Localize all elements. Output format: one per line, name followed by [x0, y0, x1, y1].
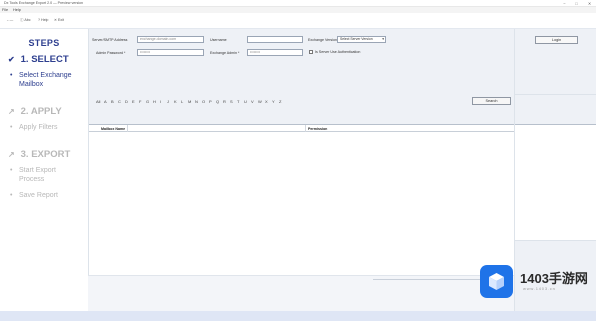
- filter-letter[interactable]: F: [139, 99, 141, 104]
- step-select-sub-line-2: Mailbox: [19, 80, 44, 88]
- filter-letter[interactable]: I: [160, 99, 161, 104]
- mailbox-table: Mailbox Name Permission: [89, 124, 515, 275]
- exchange-version-value: Select Server Version: [340, 37, 373, 41]
- step-export-sub-line-2: Process: [19, 175, 45, 183]
- step-export-sub-start[interactable]: Start Export Process: [10, 167, 56, 184]
- filter-letter[interactable]: L: [181, 99, 183, 104]
- watermark-logo-icon: [480, 265, 513, 298]
- step-apply-sub-line-1: Apply Filters: [19, 124, 58, 131]
- bottom-strip: [88, 275, 514, 311]
- step-export-sub-line-3: Save Report: [19, 192, 58, 199]
- help-button[interactable]: ? Help: [38, 18, 48, 22]
- status-bar: [0, 311, 596, 321]
- column-mailbox-name[interactable]: Mailbox Name: [101, 127, 125, 131]
- table-header: Mailbox Name Permission: [89, 125, 515, 132]
- column-divider: [127, 125, 128, 132]
- minimize-icon[interactable]: −: [560, 0, 569, 7]
- checkmark-icon: ✔: [8, 55, 15, 64]
- arrow-icon: ↗: [8, 107, 15, 116]
- filter-letter[interactable]: Y: [272, 99, 275, 104]
- exchange-version-label: Exchange Version: [308, 38, 337, 42]
- login-button[interactable]: Login: [535, 36, 578, 44]
- filter-letter[interactable]: V: [251, 99, 254, 104]
- filter-letter[interactable]: W: [258, 99, 262, 104]
- server-label: Server/SMTP Address: [92, 38, 128, 42]
- filter-letter[interactable]: M: [188, 99, 191, 104]
- step-apply-label: 2. APPLY: [20, 106, 62, 117]
- column-permission[interactable]: Permission: [308, 127, 327, 131]
- filter-letter[interactable]: G: [146, 99, 149, 104]
- step-select-sub-line-1: Select Exchange: [19, 72, 72, 79]
- filter-letter[interactable]: E: [132, 99, 135, 104]
- username-label: Username: [210, 38, 227, 42]
- window-title: Dx Tools Exchange Export 2.0 — Preview v…: [4, 1, 84, 5]
- step-export-sub-line-1: Start Export: [19, 167, 56, 174]
- right-top-area: Login: [515, 29, 596, 94]
- admin-password-input[interactable]: ••••••••: [137, 49, 204, 56]
- watermark-brand: 1403手游网: [520, 271, 588, 286]
- menu-help[interactable]: Help: [13, 8, 21, 12]
- admin-password-label: Admin Password *: [96, 51, 126, 55]
- main-panel: Server/SMTP Address exchange.domain.com …: [88, 29, 515, 275]
- step-select-label: 1. SELECT: [20, 54, 69, 65]
- filter-letter[interactable]: J: [167, 99, 169, 104]
- steps-title: STEPS: [28, 38, 60, 48]
- filter-letter[interactable]: U: [244, 99, 247, 104]
- chevron-down-icon: ▾: [382, 37, 384, 41]
- filter-letter[interactable]: B: [111, 99, 114, 104]
- divider: [515, 124, 596, 125]
- step-select[interactable]: ✔ 1. SELECT: [8, 54, 69, 65]
- filter-letter[interactable]: H: [153, 99, 156, 104]
- filter-letter[interactable]: Z: [279, 99, 281, 104]
- menu-file[interactable]: File: [2, 8, 8, 12]
- filter-letter[interactable]: Q: [216, 99, 219, 104]
- step-apply[interactable]: ↗ 2. APPLY: [8, 106, 62, 117]
- filter-letter[interactable]: D: [125, 99, 128, 104]
- step-select-sub[interactable]: Select Exchange Mailbox: [10, 72, 72, 89]
- right-filter-area: [515, 94, 596, 124]
- filter-letter[interactable]: R: [223, 99, 226, 104]
- filter-letter[interactable]: S: [230, 99, 233, 104]
- search-button[interactable]: Search: [472, 97, 511, 105]
- steps-sidebar: STEPS ✔ 1. SELECT Select Exchange Mailbo…: [0, 29, 88, 321]
- back-arrow-icon[interactable]: ←—: [6, 18, 13, 22]
- exit-button[interactable]: ✕ Exit: [54, 18, 64, 22]
- info-button[interactable]: ⓘ Abc: [20, 18, 31, 23]
- close-icon[interactable]: ✕: [585, 0, 594, 7]
- server-input[interactable]: exchange.domain.com: [137, 36, 204, 43]
- step-export[interactable]: ↗ 3. EXPORT: [8, 149, 70, 160]
- filter-letter[interactable]: P: [209, 99, 212, 104]
- title-bar: Dx Tools Exchange Export 2.0 — Preview v…: [0, 0, 596, 7]
- auth-checkbox-label: Is Server Use Authentication: [315, 50, 361, 54]
- toolbar: ←— ⓘ Abc ? Help ✕ Exit: [0, 13, 596, 29]
- filter-letter[interactable]: O: [202, 99, 205, 104]
- alphabet-filter-bar: All A B C D E F G H I J K L M N O P Q R …: [89, 94, 515, 124]
- filter-letter[interactable]: C: [118, 99, 121, 104]
- watermark: 1403手游网 www.1403.cn: [474, 262, 592, 302]
- cube-icon: [489, 273, 504, 290]
- step-apply-sub[interactable]: Apply Filters: [10, 124, 58, 133]
- step-export-sub-report[interactable]: Save Report: [10, 192, 58, 201]
- exchange-admin-label: Exchange Admin *: [210, 51, 240, 55]
- filter-letter[interactable]: K: [174, 99, 177, 104]
- exchange-admin-input[interactable]: ••••••••: [247, 49, 303, 56]
- maximize-icon[interactable]: □: [572, 0, 581, 7]
- filter-letter[interactable]: A: [104, 99, 107, 104]
- connection-form: Server/SMTP Address exchange.domain.com …: [89, 29, 515, 94]
- filter-letter[interactable]: X: [265, 99, 268, 104]
- step-export-label: 3. EXPORT: [20, 149, 71, 160]
- filter-letter[interactable]: N: [195, 99, 198, 104]
- column-divider: [305, 125, 306, 132]
- username-input[interactable]: [247, 36, 303, 43]
- auth-checkbox[interactable]: [309, 50, 313, 54]
- exchange-version-select[interactable]: Select Server Version ▾: [337, 36, 386, 43]
- filter-letter[interactable]: All: [96, 99, 100, 104]
- arrow-icon: ↗: [8, 150, 15, 159]
- filter-letter[interactable]: T: [237, 99, 239, 104]
- watermark-url: www.1403.cn: [523, 286, 556, 291]
